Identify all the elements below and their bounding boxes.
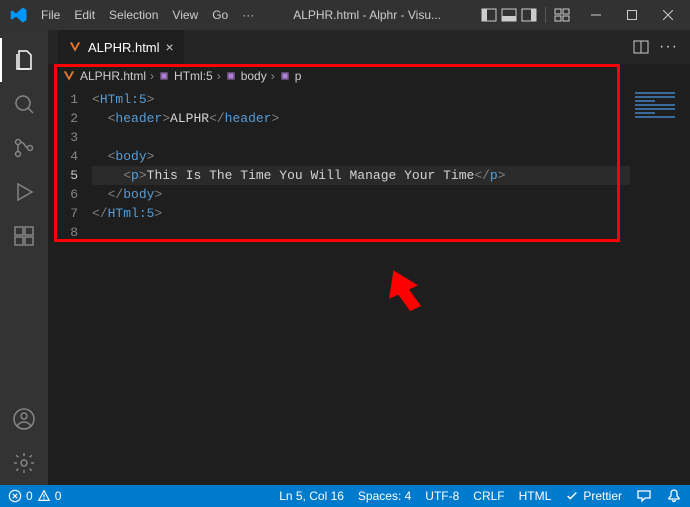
bell-icon[interactable] (666, 488, 682, 504)
code-editor[interactable]: 1 2 3 4 5 6 7 8 <HTml:5> <header>ALPHR</… (48, 88, 690, 242)
status-language[interactable]: HTML (519, 489, 552, 503)
breadcrumb[interactable]: ALPHR.html › HTml:5 › body › p (48, 64, 690, 88)
minimap[interactable] (630, 88, 690, 242)
menu-selection[interactable]: Selection (102, 8, 165, 22)
code-content[interactable]: <HTml:5> <header>ALPHR</header> <body> <… (92, 88, 630, 242)
tab-close-icon[interactable]: × (166, 39, 174, 55)
layout-controls (481, 7, 570, 23)
status-encoding[interactable]: UTF-8 (425, 489, 459, 503)
account-icon[interactable] (0, 397, 48, 441)
menu-edit[interactable]: Edit (67, 8, 102, 22)
line-gutter: 1 2 3 4 5 6 7 8 (48, 88, 92, 242)
settings-gear-icon[interactable] (0, 441, 48, 485)
panel-bottom-icon[interactable] (501, 7, 517, 23)
tab-label: ALPHR.html (88, 40, 160, 55)
layout-grid-icon[interactable] (554, 7, 570, 23)
symbol-icon (279, 70, 291, 82)
breadcrumb-html5: HTml:5 (174, 69, 213, 83)
warning-icon (37, 489, 51, 503)
titlebar: File Edit Selection View Go ··· ALPHR.ht… (0, 0, 690, 30)
symbol-icon (225, 70, 237, 82)
annotation-cursor-arrow (384, 268, 424, 318)
breadcrumb-file: ALPHR.html (80, 69, 146, 83)
tab-alphr-html[interactable]: ALPHR.html × (58, 30, 185, 64)
menu-go[interactable]: Go (205, 8, 235, 22)
status-problems[interactable]: 0 0 (8, 489, 61, 503)
window-title: ALPHR.html - Alphr - Visu... (261, 8, 473, 22)
menu-more[interactable]: ··· (235, 8, 261, 22)
status-cursor-position[interactable]: Ln 5, Col 16 (279, 489, 344, 503)
run-debug-icon[interactable] (0, 170, 48, 214)
extensions-icon[interactable] (0, 214, 48, 258)
panel-left-icon[interactable] (481, 7, 497, 23)
breadcrumb-body: body (241, 69, 267, 83)
editor-area: ALPHR.html × ··· ALPHR.html › HTml:5 › b… (48, 30, 690, 485)
explorer-icon[interactable] (0, 38, 48, 82)
split-editor-icon[interactable] (633, 39, 649, 55)
status-eol[interactable]: CRLF (473, 489, 504, 503)
feedback-icon[interactable] (636, 488, 652, 504)
check-icon (565, 489, 579, 503)
status-prettier[interactable]: Prettier (565, 489, 622, 503)
breadcrumb-p: p (295, 69, 302, 83)
editor-more-icon[interactable]: ··· (659, 38, 678, 56)
vscode-logo-icon (10, 6, 28, 24)
html-file-icon (68, 40, 82, 54)
symbol-icon (158, 70, 170, 82)
minimize-button[interactable] (578, 0, 614, 30)
maximize-button[interactable] (614, 0, 650, 30)
menu-file[interactable]: File (34, 8, 67, 22)
activity-bar (0, 30, 48, 485)
search-icon[interactable] (0, 82, 48, 126)
error-icon (8, 489, 22, 503)
menu-view[interactable]: View (165, 8, 205, 22)
html-file-icon (62, 69, 76, 83)
source-control-icon[interactable] (0, 126, 48, 170)
status-spaces[interactable]: Spaces: 4 (358, 489, 411, 503)
close-window-button[interactable] (650, 0, 686, 30)
panel-right-icon[interactable] (521, 7, 537, 23)
status-bar: 0 0 Ln 5, Col 16 Spaces: 4 UTF-8 CRLF HT… (0, 485, 690, 507)
editor-tabs: ALPHR.html × ··· (48, 30, 690, 64)
